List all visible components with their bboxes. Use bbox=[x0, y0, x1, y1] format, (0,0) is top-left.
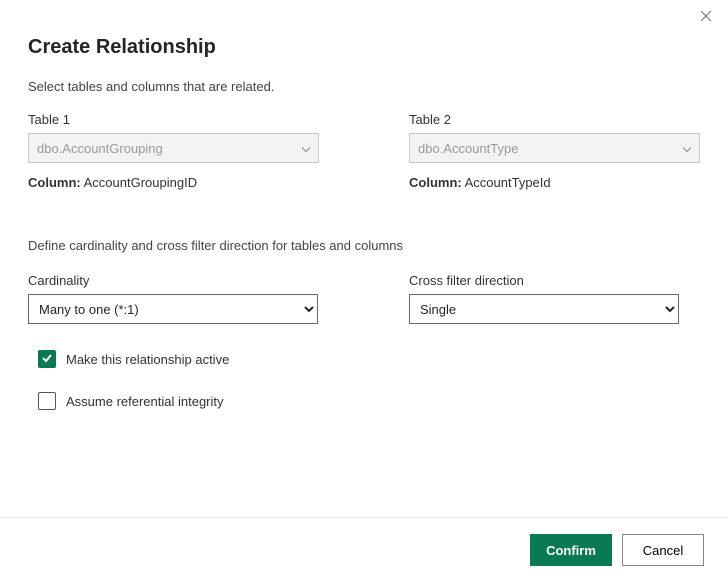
crossfilter-select[interactable]: Single bbox=[409, 294, 679, 324]
table1-select-wrap[interactable] bbox=[28, 133, 319, 163]
tables-row: Table 1 Column: AccountGroupingID Table … bbox=[28, 112, 700, 190]
cancel-button[interactable]: Cancel bbox=[622, 534, 704, 566]
active-checkbox[interactable] bbox=[38, 350, 56, 368]
cardinality-label: Cardinality bbox=[28, 273, 319, 288]
cardinality-row: Cardinality Many to one (*:1) Cross filt… bbox=[28, 273, 700, 324]
table2-select[interactable] bbox=[409, 133, 700, 163]
close-button[interactable] bbox=[700, 10, 716, 26]
cardinality-select[interactable]: Many to one (*:1) bbox=[28, 294, 318, 324]
table2-column-label: Column: bbox=[409, 175, 462, 190]
referential-checkbox-label: Assume referential integrity bbox=[66, 394, 224, 409]
table1-group: Table 1 Column: AccountGroupingID bbox=[28, 112, 319, 190]
dialog-subtitle: Select tables and columns that are relat… bbox=[28, 79, 700, 94]
create-relationship-dialog: Create Relationship Select tables and co… bbox=[0, 0, 728, 520]
table1-label: Table 1 bbox=[28, 112, 319, 127]
active-check-row: Make this relationship active bbox=[38, 350, 700, 368]
table1-column-value: AccountGroupingID bbox=[84, 175, 197, 190]
table2-label: Table 2 bbox=[409, 112, 700, 127]
crossfilter-label: Cross filter direction bbox=[409, 273, 700, 288]
checkmark-icon bbox=[41, 352, 53, 367]
checkbox-section: Make this relationship active Assume ref… bbox=[28, 350, 700, 410]
table2-column-value: AccountTypeId bbox=[465, 175, 551, 190]
referential-checkbox[interactable] bbox=[38, 392, 56, 410]
table1-column-label: Column: bbox=[28, 175, 81, 190]
dialog-footer: Confirm Cancel bbox=[0, 517, 728, 582]
active-checkbox-label: Make this relationship active bbox=[66, 352, 229, 367]
table2-column-line: Column: AccountTypeId bbox=[409, 175, 700, 190]
close-icon bbox=[700, 10, 712, 25]
cardinality-group: Cardinality Many to one (*:1) bbox=[28, 273, 319, 324]
table1-column-line: Column: AccountGroupingID bbox=[28, 175, 319, 190]
table1-select[interactable] bbox=[28, 133, 319, 163]
referential-check-row: Assume referential integrity bbox=[38, 392, 700, 410]
crossfilter-group: Cross filter direction Single bbox=[409, 273, 700, 324]
table2-group: Table 2 Column: AccountTypeId bbox=[409, 112, 700, 190]
dialog-title: Create Relationship bbox=[28, 36, 700, 59]
section-cardinality-desc: Define cardinality and cross filter dire… bbox=[28, 238, 700, 253]
table2-select-wrap[interactable] bbox=[409, 133, 700, 163]
confirm-button[interactable]: Confirm bbox=[530, 534, 612, 566]
